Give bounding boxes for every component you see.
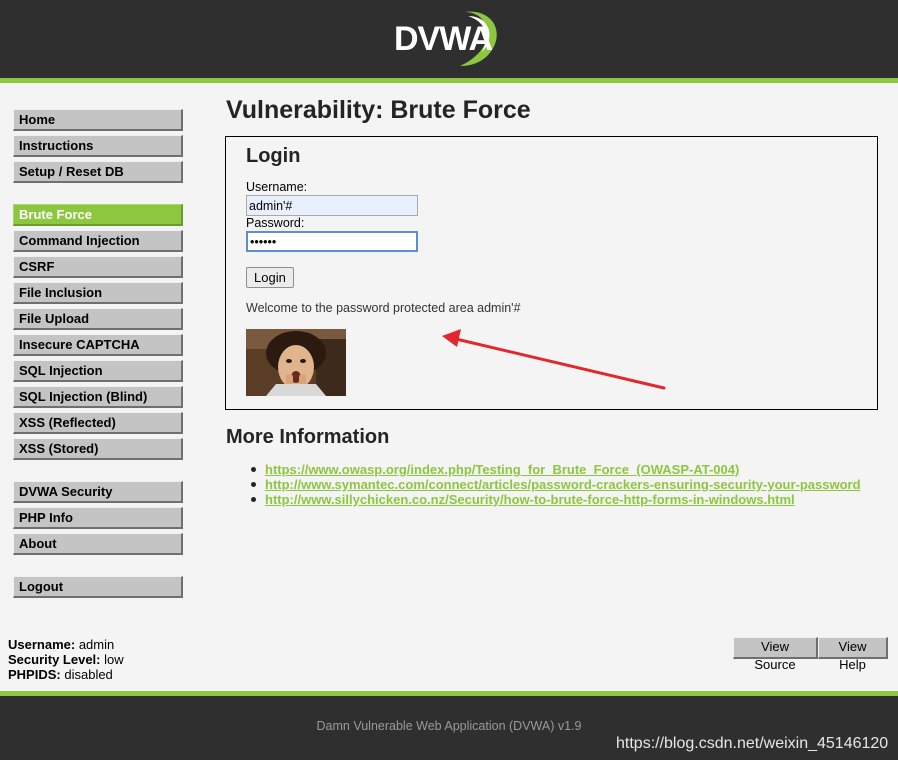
sidebar-item-insecure-captcha[interactable]: Insecure CAPTCHA <box>13 334 183 356</box>
more-info-links: https://www.owasp.org/index.php/Testing_… <box>251 462 861 507</box>
header: DVWA <box>0 0 898 83</box>
view-help-button[interactable]: View Help <box>818 637 888 672</box>
sidebar-item-brute-force[interactable]: Brute Force <box>13 204 183 226</box>
page: DVWA Home Instructions Setup / Reset DB … <box>0 0 898 760</box>
sidebar-group-logout: Logout <box>13 576 183 602</box>
status-phpids: PHPIDS: disabled <box>8 667 113 682</box>
sidebar-item-php-info[interactable]: PHP Info <box>13 507 183 529</box>
password-label: Password: <box>246 216 305 230</box>
footer-text: Damn Vulnerable Web Application (DVWA) v… <box>316 719 582 733</box>
list-item: http://www.sillychicken.co.nz/Security/h… <box>251 492 861 507</box>
sidebar-item-file-upload[interactable]: File Upload <box>13 308 183 330</box>
sillychicken-link[interactable]: http://www.sillychicken.co.nz/Security/h… <box>265 492 795 507</box>
username-label: Username: <box>246 180 308 194</box>
sidebar-item-home[interactable]: Home <box>13 109 183 131</box>
username-input[interactable] <box>246 195 418 216</box>
status-username: Username: admin <box>8 637 115 652</box>
watermark-text: https://blog.csdn.net/weixin_45146120 <box>616 735 889 752</box>
more-info-heading: More Information <box>226 426 390 448</box>
sidebar-item-xss-reflected[interactable]: XSS (Reflected) <box>13 412 183 434</box>
sidebar-item-command-injection[interactable]: Command Injection <box>13 230 183 252</box>
symantec-link[interactable]: http://www.symantec.com/connect/articles… <box>265 477 861 492</box>
sidebar-item-sql-injection[interactable]: SQL Injection <box>13 360 183 382</box>
welcome-message: Welcome to the password protected area a… <box>246 301 521 315</box>
sidebar-item-instructions[interactable]: Instructions <box>13 135 183 157</box>
login-heading: Login <box>246 145 301 167</box>
sidebar-item-logout[interactable]: Logout <box>13 576 183 598</box>
password-input[interactable] <box>246 231 418 252</box>
sidebar-group-settings: DVWA Security PHP Info About <box>13 481 183 559</box>
list-item: http://www.symantec.com/connect/articles… <box>251 477 861 492</box>
list-item: https://www.owasp.org/index.php/Testing_… <box>251 462 861 477</box>
sidebar-group-vulnerabilities: Brute Force Command Injection CSRF File … <box>13 204 183 464</box>
logo-text: DVWA <box>394 20 493 58</box>
sidebar-item-csrf[interactable]: CSRF <box>13 256 183 278</box>
user-photo-icon <box>246 329 346 396</box>
sidebar-item-setup-reset-db[interactable]: Setup / Reset DB <box>13 161 183 183</box>
status-info: Username: admin Security Level: low PHPI… <box>8 637 124 682</box>
login-button[interactable]: Login <box>246 267 294 288</box>
sidebar-item-sql-injection-blind[interactable]: SQL Injection (Blind) <box>13 386 183 408</box>
sidebar-group-main: Home Instructions Setup / Reset DB <box>13 109 183 187</box>
sidebar-item-xss-stored[interactable]: XSS (Stored) <box>13 438 183 460</box>
dvwa-logo[interactable]: DVWA <box>394 6 504 68</box>
page-title: Vulnerability: Brute Force <box>226 96 531 124</box>
sidebar-item-about[interactable]: About <box>13 533 183 555</box>
sidebar-item-dvwa-security[interactable]: DVWA Security <box>13 481 183 503</box>
view-source-button[interactable]: View Source <box>733 637 818 672</box>
status-security-level: Security Level: low <box>8 652 124 667</box>
footer: Damn Vulnerable Web Application (DVWA) v… <box>0 691 898 760</box>
login-panel: Login Username: Password: Login Welcome … <box>225 136 878 410</box>
owasp-link[interactable]: https://www.owasp.org/index.php/Testing_… <box>265 462 739 477</box>
sidebar-item-file-inclusion[interactable]: File Inclusion <box>13 282 183 304</box>
